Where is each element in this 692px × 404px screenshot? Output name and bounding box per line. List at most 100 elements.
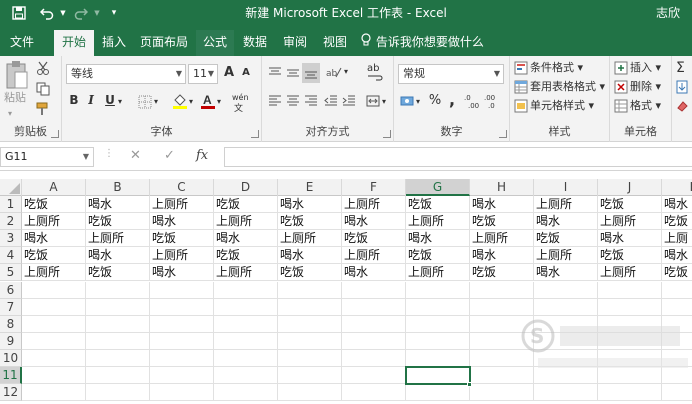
cell-k2[interactable]: 吃饭 bbox=[662, 213, 692, 231]
decrease-indent-icon[interactable] bbox=[324, 94, 338, 111]
row-header-1[interactable]: 1 bbox=[0, 196, 22, 213]
row-header-12[interactable]: 12 bbox=[0, 384, 22, 402]
cell-d6[interactable] bbox=[214, 281, 278, 299]
cell-d10[interactable] bbox=[214, 349, 278, 367]
user-name[interactable]: 志欣 bbox=[656, 0, 680, 26]
cell-b9[interactable] bbox=[86, 332, 150, 350]
cell-h2[interactable]: 吃饭 bbox=[470, 213, 534, 231]
row-header-5[interactable]: 5 bbox=[0, 264, 22, 282]
cell-k3[interactable]: 上厕 bbox=[662, 230, 692, 248]
align-middle-icon[interactable] bbox=[286, 66, 300, 83]
tab-review[interactable]: 审阅 bbox=[276, 30, 314, 56]
cell-d3[interactable]: 喝水 bbox=[214, 230, 278, 248]
cell-d9[interactable] bbox=[214, 332, 278, 350]
alignment-dialog-launcher-icon[interactable] bbox=[383, 130, 391, 138]
cell-e6[interactable] bbox=[278, 281, 342, 299]
shrink-font-button[interactable]: A bbox=[240, 67, 252, 78]
cell-i12[interactable] bbox=[534, 384, 598, 402]
cell-f3[interactable]: 吃饭 bbox=[342, 230, 406, 248]
cell-c5[interactable]: 喝水 bbox=[150, 264, 214, 282]
cell-e11[interactable] bbox=[278, 367, 342, 384]
cut-icon[interactable] bbox=[36, 61, 50, 78]
cell-h12[interactable] bbox=[470, 384, 534, 402]
cell-e7[interactable] bbox=[278, 298, 342, 316]
cell-i4[interactable]: 上厕所 bbox=[534, 247, 598, 265]
column-header-e[interactable]: E bbox=[278, 179, 342, 196]
italic-button[interactable]: I bbox=[86, 93, 96, 107]
accounting-dropdown-icon[interactable]: ▾ bbox=[416, 94, 420, 110]
percent-button[interactable]: % bbox=[428, 93, 442, 108]
cell-g9[interactable] bbox=[406, 332, 470, 350]
cell-g2[interactable]: 上厕所 bbox=[406, 213, 470, 231]
font-size-select[interactable]: 11 ▼ bbox=[188, 64, 218, 84]
select-all-corner[interactable] bbox=[0, 179, 22, 196]
column-header-a[interactable]: A bbox=[22, 179, 86, 196]
cell-e12[interactable] bbox=[278, 384, 342, 402]
tab-insert[interactable]: 插入 bbox=[96, 30, 132, 56]
row-header-11[interactable]: 11 bbox=[0, 367, 22, 384]
cell-d4[interactable]: 吃饭 bbox=[214, 247, 278, 265]
cell-c3[interactable]: 吃饭 bbox=[150, 230, 214, 248]
cell-j5[interactable]: 上厕所 bbox=[598, 264, 662, 282]
fill-down-icon[interactable] bbox=[676, 80, 688, 97]
font-color-icon[interactable]: A bbox=[200, 92, 216, 113]
cell-b8[interactable] bbox=[86, 315, 150, 333]
cell-k5[interactable]: 吃饭 bbox=[662, 264, 692, 282]
cell-a3[interactable]: 喝水 bbox=[22, 230, 86, 248]
format-cells-button[interactable]: 格式 ▾ bbox=[630, 98, 661, 114]
column-header-h[interactable]: H bbox=[470, 179, 534, 196]
cell-d11[interactable] bbox=[214, 367, 278, 384]
cell-b10[interactable] bbox=[86, 349, 150, 367]
cell-styles-button[interactable]: 单元格样式 ▾ bbox=[530, 98, 594, 114]
cell-a8[interactable] bbox=[22, 315, 86, 333]
row-header-9[interactable]: 9 bbox=[0, 332, 22, 350]
cell-i1[interactable]: 上厕所 bbox=[534, 196, 598, 213]
underline-button[interactable]: U bbox=[104, 93, 116, 107]
cell-b11[interactable] bbox=[86, 367, 150, 384]
cell-f8[interactable] bbox=[342, 315, 406, 333]
cell-c4[interactable]: 上厕所 bbox=[150, 247, 214, 265]
cell-b5[interactable]: 吃饭 bbox=[86, 264, 150, 282]
grow-font-button[interactable]: A bbox=[222, 65, 236, 80]
cell-g12[interactable] bbox=[406, 384, 470, 402]
cell-f6[interactable] bbox=[342, 281, 406, 299]
cell-e1[interactable]: 喝水 bbox=[278, 196, 342, 213]
cell-a7[interactable] bbox=[22, 298, 86, 316]
cell-c8[interactable] bbox=[150, 315, 214, 333]
cell-b1[interactable]: 喝水 bbox=[86, 196, 150, 213]
cell-f4[interactable]: 上厕所 bbox=[342, 247, 406, 265]
cell-f10[interactable] bbox=[342, 349, 406, 367]
column-header-f[interactable]: F bbox=[342, 179, 406, 196]
cell-i6[interactable] bbox=[534, 281, 598, 299]
tab-home[interactable]: 开始 bbox=[54, 30, 94, 56]
number-format-select[interactable]: 常规 ▼ bbox=[398, 64, 504, 84]
number-dialog-launcher-icon[interactable] bbox=[499, 130, 507, 138]
delete-cells-button[interactable]: 删除 ▾ bbox=[630, 79, 661, 95]
cell-k4[interactable]: 喝水 bbox=[662, 247, 692, 265]
cell-g8[interactable] bbox=[406, 315, 470, 333]
cell-g4[interactable]: 吃饭 bbox=[406, 247, 470, 265]
column-header-c[interactable]: C bbox=[150, 179, 214, 196]
cell-i5[interactable]: 喝水 bbox=[534, 264, 598, 282]
merge-center-icon[interactable] bbox=[366, 94, 380, 111]
align-top-icon[interactable] bbox=[268, 66, 282, 83]
fill-color-dropdown-icon[interactable]: ▾ bbox=[189, 94, 193, 110]
cell-b12[interactable] bbox=[86, 384, 150, 402]
insert-function-icon[interactable]: fx bbox=[196, 148, 208, 163]
column-header-g[interactable]: G bbox=[406, 179, 470, 196]
cell-d2[interactable]: 上厕所 bbox=[214, 213, 278, 231]
cell-f5[interactable]: 喝水 bbox=[342, 264, 406, 282]
cell-j3[interactable]: 喝水 bbox=[598, 230, 662, 248]
increase-decimal-icon[interactable]: .0.00 bbox=[464, 92, 482, 113]
tab-formulas[interactable]: 公式 bbox=[196, 30, 234, 56]
chevron-down-icon[interactable]: ▼ bbox=[83, 148, 89, 166]
decrease-decimal-icon[interactable]: .00.0 bbox=[484, 92, 502, 113]
cell-j7[interactable] bbox=[598, 298, 662, 316]
cell-c1[interactable]: 上厕所 bbox=[150, 196, 214, 213]
cell-g3[interactable]: 喝水 bbox=[406, 230, 470, 248]
cell-e9[interactable] bbox=[278, 332, 342, 350]
bold-button[interactable]: B bbox=[68, 93, 80, 107]
cancel-icon[interactable]: ✕ bbox=[130, 148, 141, 163]
cell-e3[interactable]: 上厕所 bbox=[278, 230, 342, 248]
cell-j12[interactable] bbox=[598, 384, 662, 402]
